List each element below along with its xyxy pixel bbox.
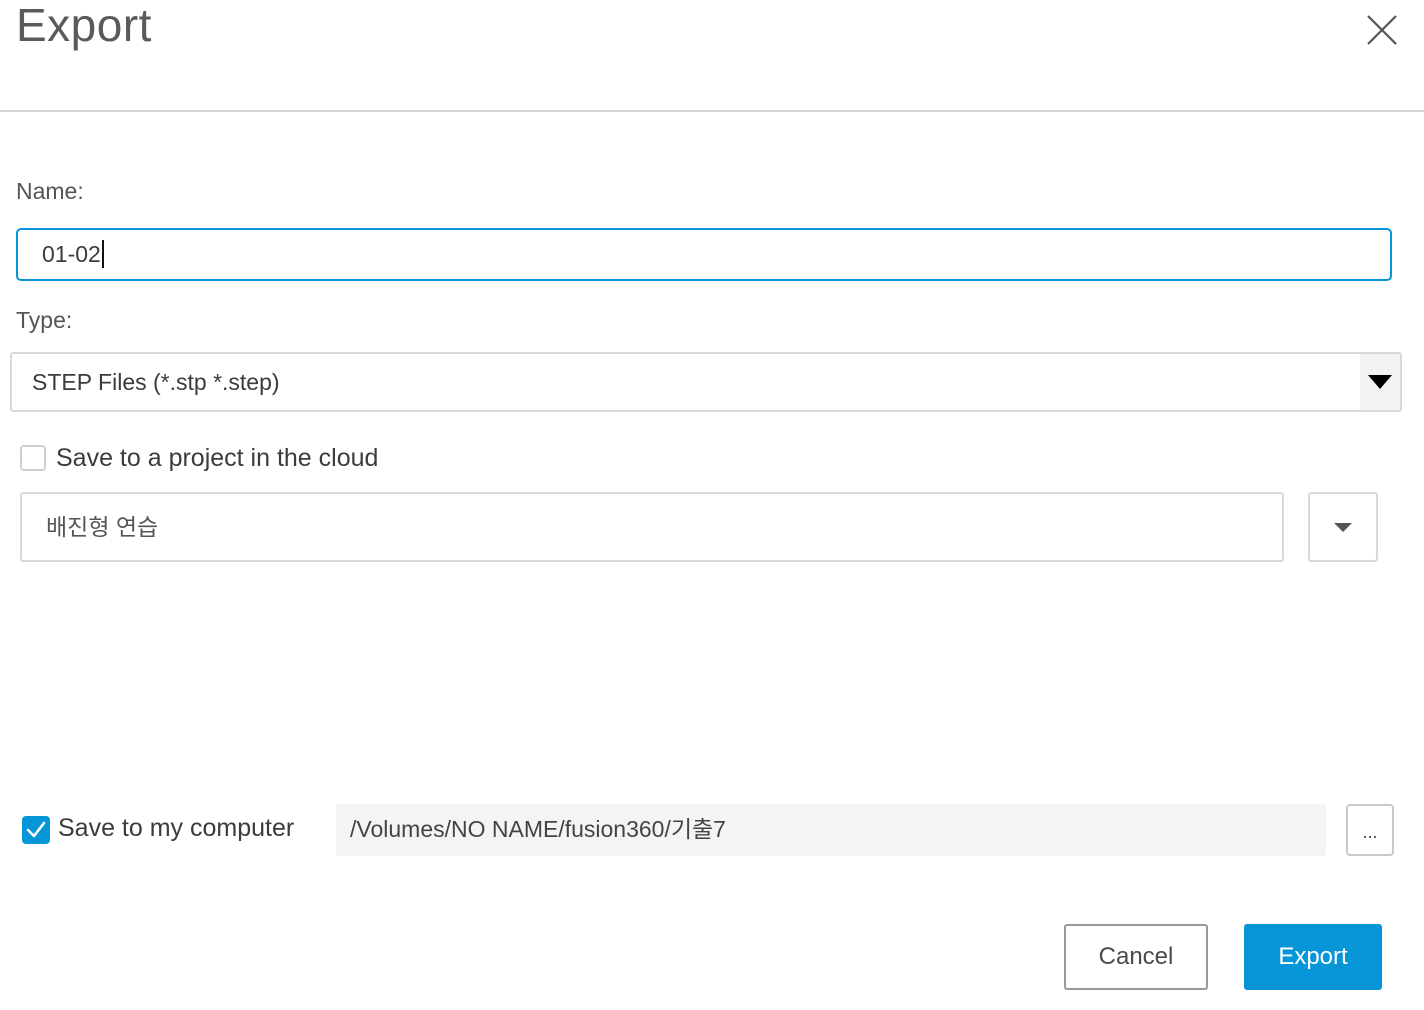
checkmark-icon <box>26 821 46 838</box>
name-label: Name: <box>16 178 84 204</box>
type-select[interactable]: STEP Files (*.stp *.step) <box>10 352 1402 412</box>
chevron-down-icon <box>1334 523 1352 532</box>
cancel-button[interactable]: Cancel <box>1064 924 1208 990</box>
browse-button[interactable]: ... <box>1346 804 1394 856</box>
type-select-toggle[interactable] <box>1360 354 1400 410</box>
close-icon <box>1367 15 1397 45</box>
computer-checkbox-label[interactable]: Save to my computer <box>58 814 294 843</box>
text-caret <box>101 239 104 268</box>
cloud-project-dropdown-button[interactable] <box>1308 492 1378 562</box>
cloud-project-field[interactable]: 배진형 연습 <box>20 492 1284 562</box>
type-label: Type: <box>16 307 73 333</box>
computer-checkbox[interactable] <box>22 816 50 844</box>
save-path-field: /Volumes/NO NAME/fusion360/기출7 <box>336 804 1326 856</box>
export-button[interactable]: Export <box>1244 924 1382 990</box>
type-select-value: STEP Files (*.stp *.step) <box>32 369 280 395</box>
cloud-project-value: 배진형 연습 <box>46 514 159 540</box>
cloud-checkbox-label[interactable]: Save to a project in the cloud <box>56 444 378 473</box>
cloud-checkbox[interactable] <box>20 445 46 471</box>
export-dialog: Export Name: 01-02 Type: STEP Files (*.s… <box>0 0 1424 1010</box>
header-divider <box>0 110 1424 112</box>
save-path-value: /Volumes/NO NAME/fusion360/기출7 <box>350 816 726 842</box>
name-input-value: 01-02 <box>42 241 101 267</box>
name-input[interactable]: 01-02 <box>16 228 1392 281</box>
dialog-title: Export <box>16 0 152 51</box>
close-button[interactable] <box>1362 10 1402 50</box>
chevron-down-icon <box>1368 375 1392 389</box>
